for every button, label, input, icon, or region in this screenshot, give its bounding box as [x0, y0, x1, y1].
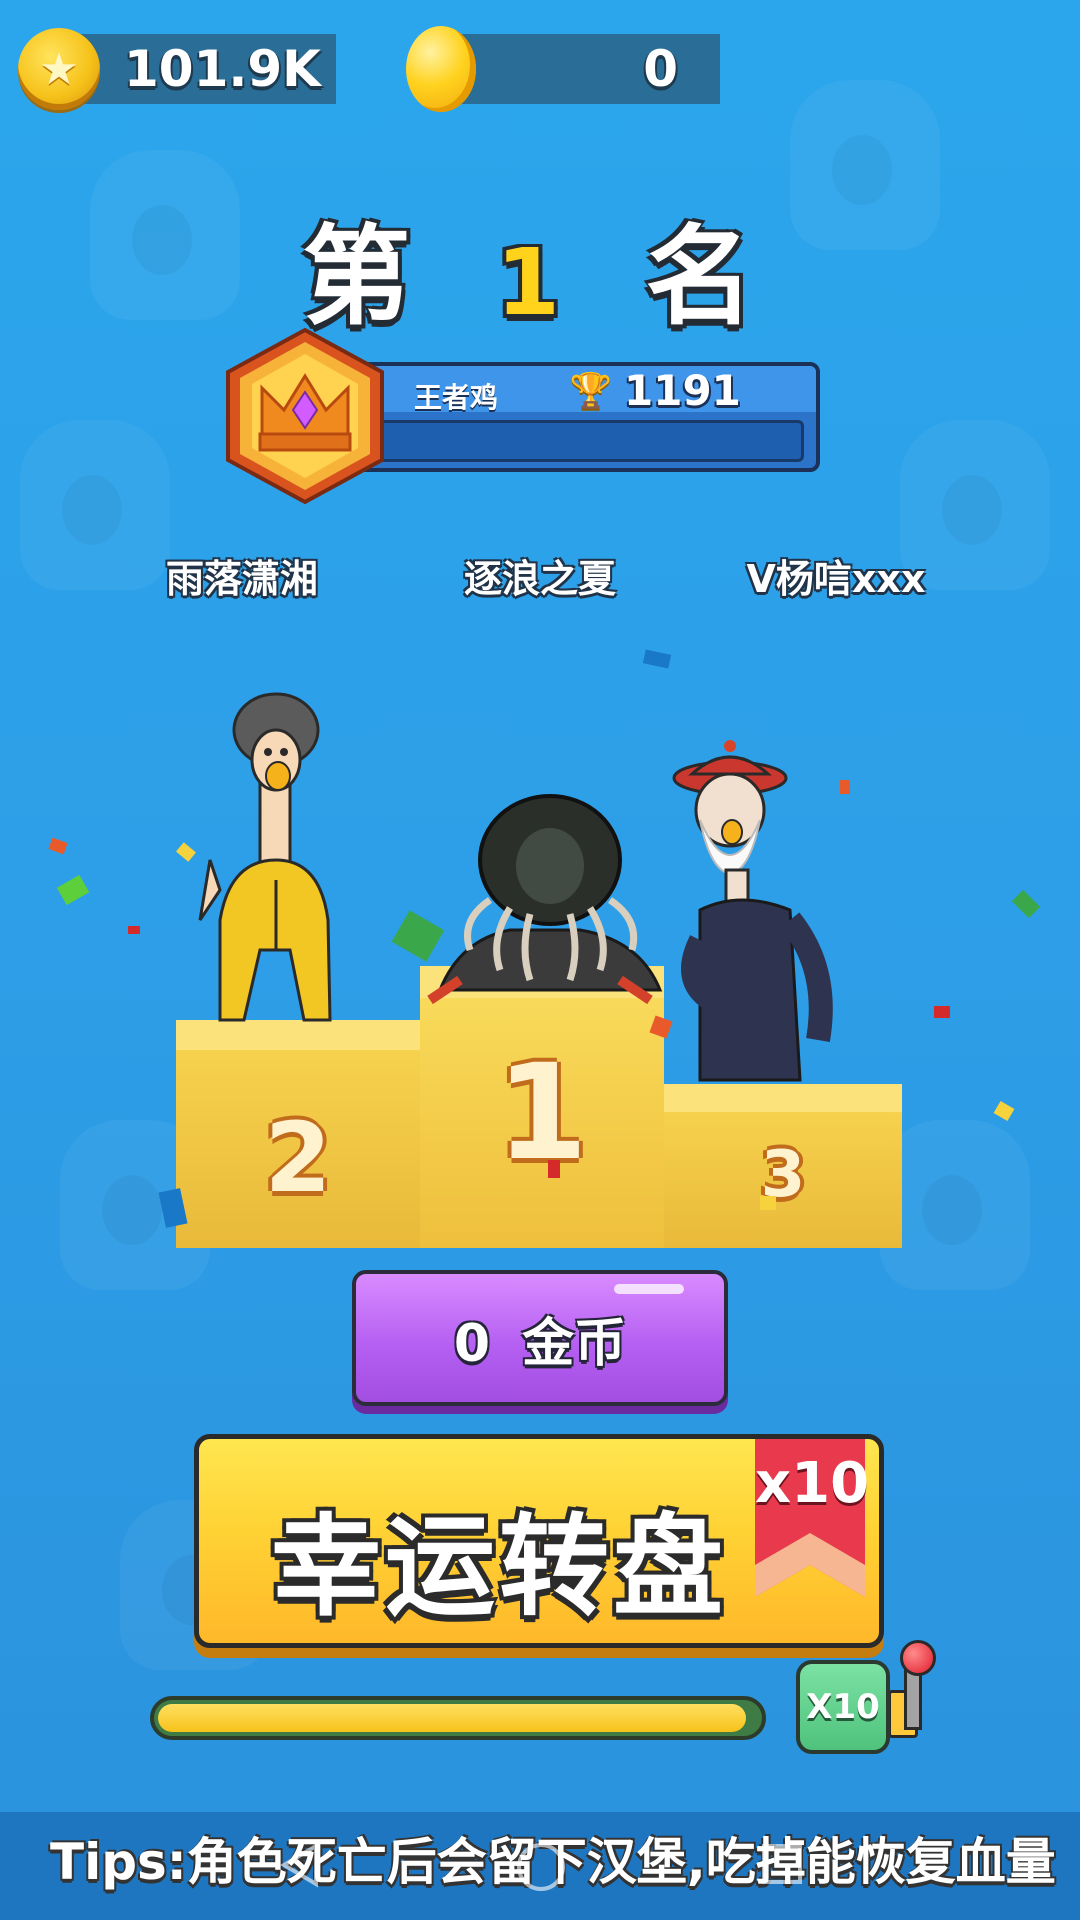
- podium-number-first: 1: [496, 1036, 588, 1190]
- confetti: [1011, 889, 1041, 919]
- spin-progress-fill: [158, 1704, 746, 1732]
- rank-progress-bar: [374, 420, 804, 462]
- home-nav-icon[interactable]: [514, 1840, 568, 1894]
- podium-number-second: 2: [264, 1102, 332, 1214]
- gold-coin-icon: [406, 26, 476, 112]
- podium-name-third: V杨唁xxx: [746, 557, 926, 601]
- confetti: [934, 1006, 950, 1018]
- coin-currency-bar: 0: [452, 34, 720, 104]
- rank-number: 1: [495, 229, 584, 336]
- confetti: [48, 837, 68, 855]
- lucky-wheel-button[interactable]: 幸运转盘 x10: [194, 1434, 884, 1648]
- player-name: 王者鸡: [414, 381, 499, 414]
- player-rank-card: 王者鸡 🏆 1191: [340, 362, 820, 472]
- squid-character-first: [427, 794, 663, 1005]
- star-coin-icon: ★: [18, 28, 100, 110]
- lever-knob-icon[interactable]: [900, 1640, 936, 1676]
- claim-coins-label: 0 金币: [453, 1313, 627, 1374]
- podium-name-second: 雨落潇湘: [165, 557, 318, 601]
- chicken-character-second: [198, 692, 332, 1022]
- multiplier-badge: x10: [755, 1451, 870, 1516]
- confetti: [56, 874, 90, 906]
- podium-name-first: 逐浪之夏: [463, 557, 616, 601]
- rank-title: 第 1 名: [0, 190, 1080, 346]
- podium-second: 2: [176, 1020, 420, 1248]
- trophy-count: 1191: [624, 366, 741, 415]
- back-nav-icon[interactable]: [276, 1840, 326, 1890]
- confetti: [760, 1196, 776, 1210]
- confetti: [642, 649, 672, 669]
- rank-prefix: 第: [302, 215, 435, 340]
- gold-currency-bar: 101.9K: [64, 34, 336, 104]
- coin-amount: 0: [643, 40, 678, 98]
- crown-badge-icon: [226, 327, 384, 505]
- recents-nav-icon[interactable]: [758, 1840, 806, 1888]
- rank-suffix: 名: [645, 215, 778, 340]
- podium-third: 3: [664, 1084, 902, 1248]
- trophy-icon: 🏆: [569, 371, 613, 411]
- podium-number-third: 3: [760, 1138, 806, 1212]
- podium-first: 1: [420, 966, 664, 1248]
- claim-coins-button[interactable]: 0 金币: [352, 1270, 728, 1406]
- x10-lever-button[interactable]: X10: [796, 1660, 890, 1754]
- confetti: [548, 1160, 560, 1178]
- lever-stick: [904, 1668, 922, 1730]
- confetti: [840, 780, 850, 794]
- spin-progress-bar: [150, 1696, 766, 1740]
- confetti: [993, 1100, 1015, 1122]
- background-pattern: [880, 1120, 1030, 1290]
- confetti: [128, 926, 140, 934]
- old-man-character-third: [672, 740, 833, 1082]
- lucky-wheel-label: 幸运转盘: [271, 1503, 727, 1631]
- gold-amount: 101.9K: [124, 40, 321, 98]
